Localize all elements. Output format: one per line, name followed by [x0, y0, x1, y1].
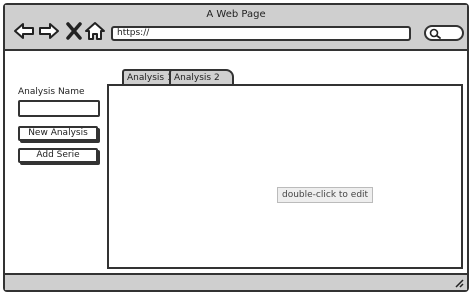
- title-bar: A Web Page https://: [5, 5, 467, 51]
- analysis-name-label: Analysis Name: [18, 87, 85, 97]
- search-icon: [429, 28, 441, 39]
- status-bar: [5, 273, 467, 290]
- add-serie-button[interactable]: Add Serie: [18, 148, 98, 163]
- resize-grip-icon[interactable]: [452, 278, 464, 288]
- url-bar[interactable]: https://: [111, 26, 411, 41]
- window-title: A Web Page: [206, 9, 266, 20]
- new-analysis-button[interactable]: New Analysis: [18, 126, 98, 141]
- back-arrow-icon[interactable]: [13, 20, 35, 42]
- forward-arrow-icon[interactable]: [38, 20, 60, 42]
- search-field[interactable]: [424, 25, 464, 41]
- tab-content-panel: double-click to edit: [107, 84, 463, 269]
- edit-placeholder[interactable]: double-click to edit: [277, 187, 374, 203]
- close-icon[interactable]: [63, 20, 85, 42]
- browser-window: A Web Page https:// Analysis Name New An…: [3, 3, 469, 292]
- analysis-name-input[interactable]: [18, 100, 100, 117]
- home-icon[interactable]: [84, 20, 106, 42]
